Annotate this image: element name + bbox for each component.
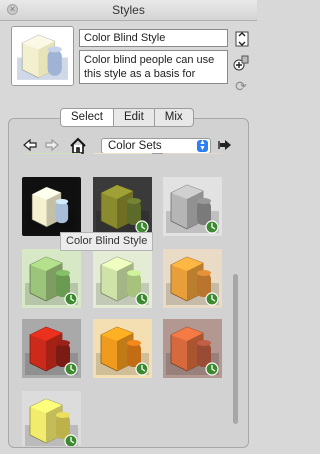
style-thumbnail-image (163, 177, 222, 236)
style-thumbnail[interactable] (93, 319, 152, 378)
chevron-updown-icon: ▲ ▼ (197, 139, 208, 152)
tab-select[interactable]: Select (61, 109, 113, 126)
style-thumbnail-image (22, 249, 81, 308)
style-thumbnail[interactable] (93, 249, 152, 308)
update-style-icon[interactable] (235, 31, 249, 47)
collection-dropdown[interactable]: Color Sets ▲ ▼ (101, 138, 211, 154)
style-thumbnail-image (22, 319, 81, 378)
style-thumbnail-image (22, 391, 81, 446)
style-thumbnail[interactable] (163, 249, 222, 308)
style-thumbnail-image (93, 249, 152, 308)
tab-edit[interactable]: Edit (112, 109, 154, 126)
window-title: Styles (112, 3, 145, 17)
vertical-scrollbar[interactable] (233, 274, 238, 424)
style-thumbnail-partial[interactable] (22, 153, 81, 154)
create-style-icon[interactable] (233, 55, 249, 71)
style-thumbnail[interactable] (93, 177, 152, 236)
style-browser-panel: Color Sets ▲ ▼ (8, 118, 249, 448)
collection-dropdown-value: Color Sets (108, 140, 162, 152)
current-style-thumbnail (11, 26, 74, 86)
style-thumbnail-image (163, 319, 222, 378)
refresh-icon[interactable]: ⟳ (234, 79, 248, 93)
browser-tabs: Select Edit Mix (60, 108, 194, 127)
style-thumbnail[interactable] (22, 319, 81, 378)
style-description-field[interactable]: Color blind people can use this style as… (79, 50, 228, 84)
style-thumbnail[interactable] (163, 177, 222, 236)
title-bar: × Styles (0, 0, 257, 21)
style-thumbnail-image (93, 177, 152, 236)
style-preview-image (12, 27, 73, 85)
style-thumbnail-grid (22, 153, 227, 446)
tab-mix[interactable]: Mix (153, 109, 193, 126)
style-thumbnail[interactable] (22, 177, 81, 236)
style-thumbnail-partial[interactable] (93, 153, 152, 154)
thumbnail-tooltip: Color Blind Style (60, 232, 154, 251)
style-thumbnail-image (163, 249, 222, 308)
style-thumbnail[interactable] (163, 319, 222, 378)
style-thumbnail[interactable] (22, 249, 81, 308)
style-thumbnail-image (25, 180, 78, 233)
style-thumbnail[interactable] (22, 391, 81, 446)
style-thumbnail-partial[interactable] (163, 153, 222, 154)
style-thumbnail-image (93, 319, 152, 378)
style-name-field[interactable]: Color Blind Style (79, 29, 228, 47)
